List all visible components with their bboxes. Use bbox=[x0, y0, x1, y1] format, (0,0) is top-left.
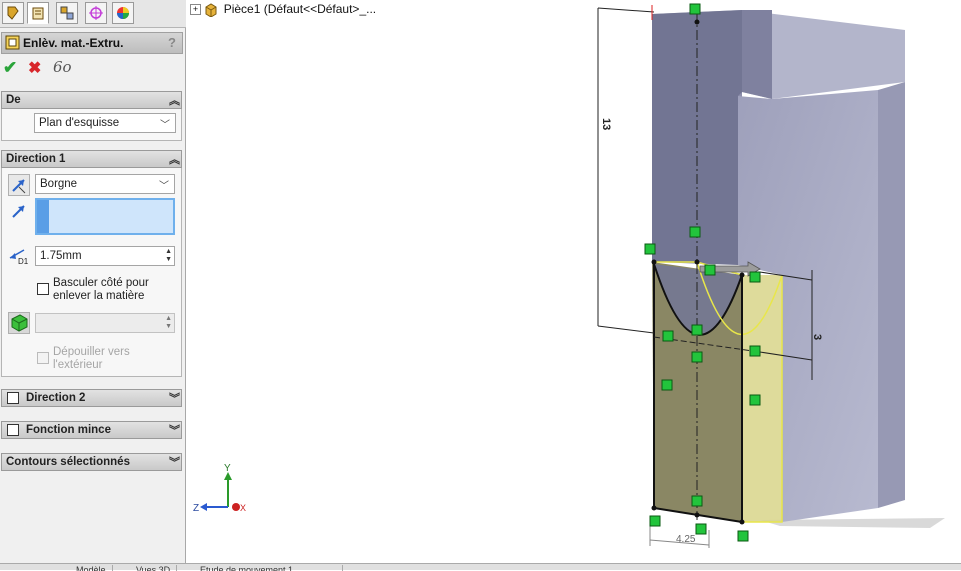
dimension-ext-top bbox=[597, 7, 655, 13]
triad-z-label: Z bbox=[193, 503, 199, 514]
triad-z-arrow bbox=[200, 503, 207, 511]
relation-icon[interactable] bbox=[749, 394, 761, 406]
model-viewport: 13 3 4.25 Y Z X bbox=[193, 3, 945, 548]
sketch-point[interactable] bbox=[694, 19, 700, 25]
sketch-point[interactable] bbox=[694, 259, 700, 265]
side-right-face bbox=[878, 82, 905, 508]
sketch-point[interactable] bbox=[651, 505, 657, 511]
relation-icon[interactable] bbox=[649, 515, 661, 527]
relation-icon[interactable] bbox=[691, 495, 703, 507]
relation-icon[interactable] bbox=[704, 264, 716, 276]
relation-icon[interactable] bbox=[661, 379, 673, 391]
dimension-height-text[interactable]: 13 bbox=[600, 118, 612, 130]
sketch-point[interactable] bbox=[651, 259, 657, 265]
tab-model[interactable]: Modèle bbox=[70, 565, 113, 571]
cut-preview-side bbox=[742, 275, 782, 522]
tab-3d-views[interactable]: Vues 3D bbox=[130, 565, 178, 571]
relation-icon[interactable] bbox=[749, 271, 761, 283]
triad-x-label: X bbox=[240, 503, 246, 513]
relation-icon[interactable] bbox=[662, 330, 674, 342]
sketch-point[interactable] bbox=[694, 512, 700, 518]
dimension-bottom-text[interactable]: 4.25 bbox=[676, 534, 696, 545]
relation-icon[interactable] bbox=[691, 324, 703, 336]
relation-icon[interactable] bbox=[695, 523, 707, 535]
triad-x-axis bbox=[232, 503, 240, 511]
dimension-ext-bottom bbox=[597, 325, 655, 334]
tab-motion-study[interactable]: Etude de mouvement 1 bbox=[194, 565, 343, 571]
relation-icon[interactable] bbox=[691, 351, 703, 363]
cap-side-face bbox=[742, 10, 772, 99]
triad-y-label: Y bbox=[224, 463, 231, 474]
relation-icon[interactable] bbox=[749, 345, 761, 357]
view-triad: Y Z X bbox=[193, 463, 246, 514]
relation-icon[interactable] bbox=[689, 3, 701, 15]
sketch-point[interactable] bbox=[739, 519, 745, 525]
sketch-point[interactable] bbox=[739, 272, 745, 278]
relation-icon[interactable] bbox=[689, 226, 701, 238]
relation-icon[interactable] bbox=[737, 530, 749, 542]
relation-icon[interactable] bbox=[644, 243, 656, 255]
dimension-right-text[interactable]: 3 bbox=[811, 334, 823, 340]
